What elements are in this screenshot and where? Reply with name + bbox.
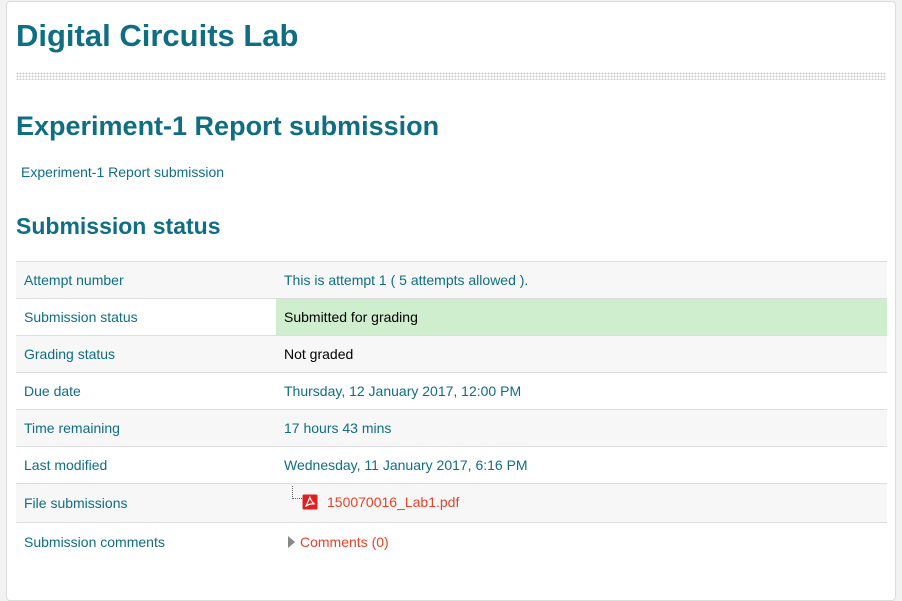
table-row: Attempt number This is attempt 1 ( 5 att… [16,261,887,299]
row-label-file-submissions: File submissions [16,483,276,523]
table-row: File submissions 150070016_Lab1.pdf [16,483,887,523]
table-row: Last modified Wednesday, 11 January 2017… [16,446,887,484]
row-value-due-date: Thursday, 12 January 2017, 12:00 PM [276,372,887,410]
row-value-attempt-number: This is attempt 1 ( 5 attempts allowed )… [276,261,887,299]
table-row: Grading status Not graded [16,335,887,373]
pdf-icon [302,494,318,509]
row-label-attempt-number: Attempt number [16,261,276,299]
submitted-file-link[interactable]: 150070016_Lab1.pdf [327,493,459,511]
row-label-submission-status: Submission status [16,298,276,336]
row-value-time-remaining: 17 hours 43 mins [276,409,887,447]
assignment-intro: Experiment-1 Report submission [21,164,225,180]
comments-link[interactable]: Comments (0) [300,533,389,551]
row-label-time-remaining: Time remaining [16,409,276,447]
file-tree-item: 150070016_Lab1.pdf [284,485,459,511]
submission-status-table: Attempt number This is attempt 1 ( 5 att… [16,261,887,561]
table-row: Submission comments Comments (0) [16,522,887,561]
comments-toggle[interactable]: Comments (0) [284,533,389,551]
row-value-submission-comments: Comments (0) [276,522,887,561]
submission-status-heading: Submission status [16,213,221,239]
row-label-last-modified: Last modified [16,446,276,484]
row-label-grading-status: Grading status [16,335,276,373]
table-row: Due date Thursday, 12 January 2017, 12:0… [16,372,887,410]
row-value-file-submissions: 150070016_Lab1.pdf [276,483,887,523]
dotted-divider [16,72,886,80]
assignment-title: Experiment-1 Report submission [16,111,440,141]
table-row: Time remaining 17 hours 43 mins [16,409,887,447]
main-panel: Digital Circuits Lab Experiment-1 Report… [6,1,896,601]
row-value-last-modified: Wednesday, 11 January 2017, 6:16 PM [276,446,887,484]
course-title[interactable]: Digital Circuits Lab [16,18,298,54]
triangle-right-icon[interactable] [288,535,295,548]
row-label-due-date: Due date [16,372,276,410]
row-value-submission-status: Submitted for grading [276,298,887,336]
tree-connector [292,485,302,499]
row-label-submission-comments: Submission comments [16,522,276,561]
row-value-grading-status: Not graded [276,335,887,373]
table-row: Submission status Submitted for grading [16,298,887,336]
